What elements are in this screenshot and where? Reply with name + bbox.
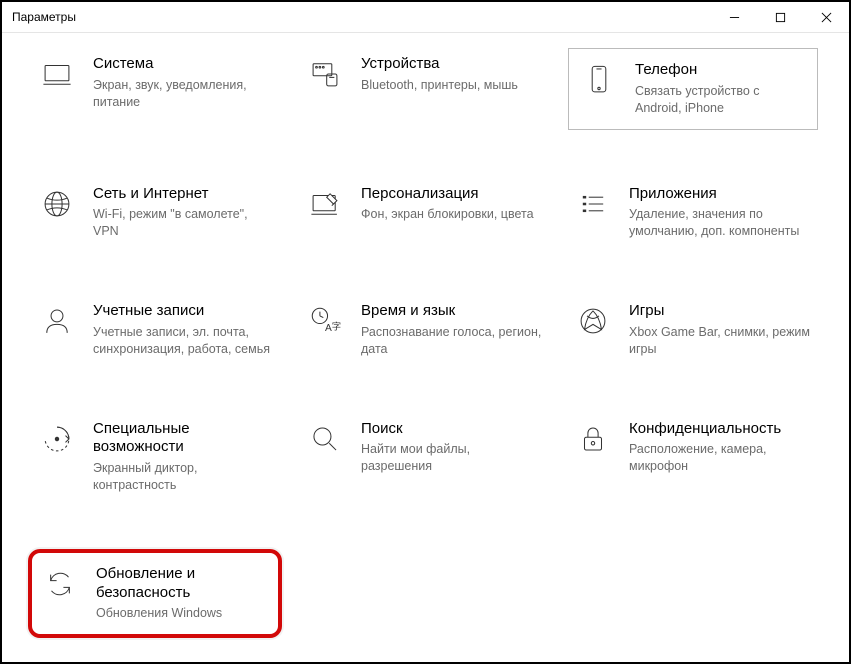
tile-title: Приложения	[629, 185, 811, 204]
settings-window: Параметры Система Экран, звук, уведо	[0, 0, 851, 664]
tile-accounts[interactable]: Учетные записи Учетные записи, эл. почта…	[32, 295, 282, 365]
tile-search[interactable]: Поиск Найти мои файлы, разрешения	[300, 413, 550, 501]
tile-title: Устройства	[361, 55, 518, 74]
devices-icon	[305, 55, 345, 91]
maximize-button[interactable]	[757, 2, 803, 32]
tile-title: Учетные записи	[93, 302, 275, 321]
gaming-icon	[573, 302, 613, 338]
tile-title: Специальные возможности	[93, 420, 275, 458]
network-icon	[37, 185, 77, 221]
close-button[interactable]	[803, 2, 849, 32]
tile-phone[interactable]: Телефон Связать устройство с Android, iP…	[568, 48, 818, 130]
tile-title: Поиск	[361, 420, 543, 439]
tile-desc: Экран, звук, уведомления, питание	[93, 77, 275, 111]
settings-grid: Система Экран, звук, уведомления, питани…	[32, 48, 829, 638]
minimize-button[interactable]	[711, 2, 757, 32]
maximize-icon	[775, 12, 786, 23]
svg-text:字: 字	[332, 321, 341, 332]
tile-privacy[interactable]: Конфиденциальность Расположение, камера,…	[568, 413, 818, 501]
tile-desc: Связать устройство с Android, iPhone	[635, 83, 807, 117]
window-title: Параметры	[12, 10, 76, 24]
tile-ease-of-access[interactable]: Специальные возможности Экранный диктор,…	[32, 413, 282, 501]
apps-icon	[573, 185, 613, 221]
tile-desc: Расположение, камера, микрофон	[629, 441, 811, 475]
personalization-icon	[305, 185, 345, 221]
titlebar: Параметры	[2, 2, 849, 33]
tile-title: Система	[93, 55, 275, 74]
tile-gaming[interactable]: Игры Xbox Game Bar, снимки, режим игры	[568, 295, 818, 365]
tile-system[interactable]: Система Экран, звук, уведомления, питани…	[32, 48, 282, 130]
tile-title: Персонализация	[361, 185, 534, 204]
tile-desc: Удаление, значения по умолчанию, доп. ко…	[629, 206, 811, 240]
tile-desc: Bluetooth, принтеры, мышь	[361, 77, 518, 94]
tile-title: Игры	[629, 302, 811, 321]
svg-text:A: A	[325, 323, 332, 334]
tile-desc: Обновления Windows	[96, 605, 270, 622]
tile-title: Телефон	[635, 61, 807, 80]
tile-desc: Экранный диктор, контрастность	[93, 460, 275, 494]
tile-desc: Xbox Game Bar, снимки, режим игры	[629, 324, 811, 358]
tile-desc: Найти мои файлы, разрешения	[361, 441, 543, 475]
privacy-icon	[573, 420, 613, 456]
tile-title: Конфиденциальность	[629, 420, 811, 439]
tile-network[interactable]: Сеть и Интернет Wi-Fi, режим "в самолете…	[32, 178, 282, 248]
tile-desc: Wi-Fi, режим "в самолете", VPN	[93, 206, 275, 240]
tile-apps[interactable]: Приложения Удаление, значения по умолчан…	[568, 178, 818, 248]
phone-icon	[579, 61, 619, 97]
close-icon	[821, 12, 832, 23]
tile-devices[interactable]: Устройства Bluetooth, принтеры, мышь	[300, 48, 550, 130]
update-security-icon	[40, 565, 80, 601]
window-controls	[711, 2, 849, 32]
settings-grid-container: Система Экран, звук, уведомления, питани…	[2, 33, 849, 658]
system-icon	[37, 55, 77, 91]
search-icon	[305, 420, 345, 456]
minimize-icon	[729, 12, 740, 23]
time-language-icon: A字	[305, 302, 345, 338]
tile-desc: Распознавание голоса, регион, дата	[361, 324, 543, 358]
tile-title: Обновление и безопасность	[96, 565, 270, 603]
tile-desc: Фон, экран блокировки, цвета	[361, 206, 534, 223]
tile-desc: Учетные записи, эл. почта, синхронизация…	[93, 324, 275, 358]
tile-update-security[interactable]: Обновление и безопасность Обновления Win…	[28, 549, 282, 638]
accounts-icon	[37, 302, 77, 338]
tile-personalization[interactable]: Персонализация Фон, экран блокировки, цв…	[300, 178, 550, 248]
tile-title: Сеть и Интернет	[93, 185, 275, 204]
tile-time-language[interactable]: A字 Время и язык Распознавание голоса, ре…	[300, 295, 550, 365]
tile-title: Время и язык	[361, 302, 543, 321]
ease-of-access-icon	[37, 420, 77, 456]
